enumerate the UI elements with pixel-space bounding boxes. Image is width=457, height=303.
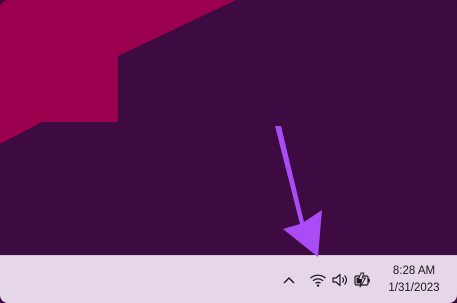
clock-date: 1/31/2023 [388, 282, 440, 294]
volume-status [329, 260, 351, 300]
show-hidden-icons-button[interactable] [275, 260, 303, 300]
battery-status [351, 260, 373, 300]
clock-time: 8:28 AM [392, 265, 436, 277]
taskbar: 8:28 AM 1/31/2023 [0, 255, 457, 303]
system-tray: 8:28 AM 1/31/2023 [275, 256, 457, 303]
clock-button[interactable]: 8:28 AM 1/31/2023 [377, 260, 451, 300]
desktop-screen: 8:28 AM 1/31/2023 [0, 0, 457, 303]
speaker-icon [332, 273, 347, 287]
battery-charging-icon [354, 272, 370, 288]
desktop-wallpaper [0, 0, 457, 255]
quick-settings-button[interactable] [303, 260, 377, 300]
wifi-icon [310, 274, 326, 287]
network-status [307, 260, 329, 300]
chevron-up-icon [283, 277, 295, 284]
